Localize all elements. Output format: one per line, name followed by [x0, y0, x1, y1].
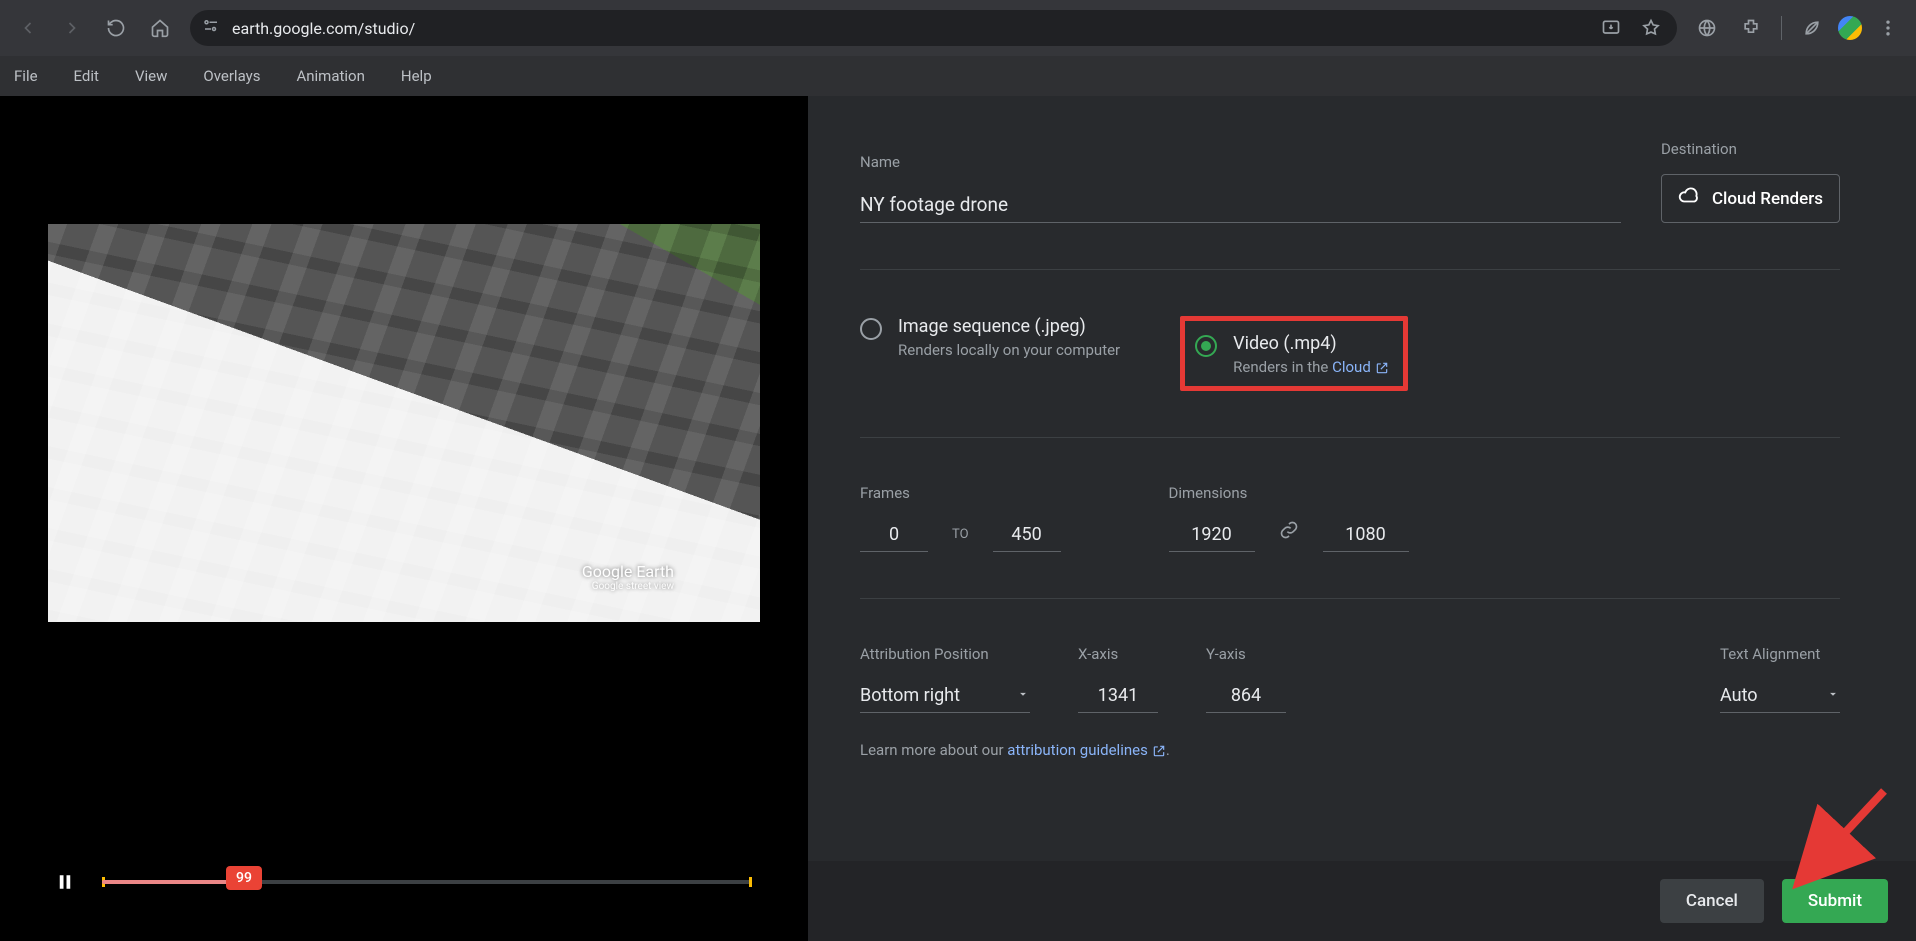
radio-checked-icon: [1195, 335, 1217, 357]
install-app-icon[interactable]: [1597, 14, 1625, 42]
attribution-guidelines-link[interactable]: attribution guidelines: [1007, 741, 1166, 759]
site-settings-icon[interactable]: [202, 17, 220, 39]
annotation-highlight: Video (.mp4) Renders in the Cloud: [1180, 316, 1408, 391]
yaxis-input[interactable]: [1206, 679, 1286, 713]
reload-button[interactable]: [96, 8, 136, 48]
cloud-link[interactable]: Cloud: [1332, 358, 1389, 376]
playhead-badge[interactable]: 99: [226, 866, 262, 890]
globe-icon[interactable]: [1687, 8, 1727, 48]
attribution-help-text: Learn more about our attribution guideli…: [860, 741, 1840, 759]
timeline-scrubber[interactable]: 99: [102, 880, 752, 884]
url-text: earth.google.com/studio/: [232, 19, 415, 38]
destination-label: Destination: [1661, 140, 1840, 158]
attribution-watermark: Google Earth Google street view: [582, 562, 674, 592]
nav-back-button[interactable]: [8, 8, 48, 48]
destination-button[interactable]: Cloud Renders: [1661, 174, 1840, 223]
menu-edit[interactable]: Edit: [74, 67, 99, 85]
width-input[interactable]: [1169, 518, 1255, 552]
export-footer: Cancel Submit: [808, 861, 1916, 941]
preview-panel: Google Earth Google street view 99: [0, 96, 808, 941]
nav-forward-button[interactable]: [52, 8, 92, 48]
export-panel: Name Destination Cloud Renders: [808, 96, 1916, 941]
timeline-progress: [102, 880, 232, 884]
xaxis-label: X-axis: [1078, 645, 1158, 663]
external-link-icon: [1152, 744, 1166, 758]
cloud-icon: [1678, 185, 1700, 212]
bookmark-star-icon[interactable]: [1637, 14, 1665, 42]
frame-to-input[interactable]: [993, 518, 1061, 552]
name-label: Name: [860, 153, 1621, 171]
frame-to-label: TO: [952, 527, 969, 552]
attribution-position-value: Bottom right: [860, 685, 960, 706]
radio-unchecked-icon: [860, 318, 882, 340]
menu-view[interactable]: View: [135, 67, 167, 85]
dimensions-label: Dimensions: [1169, 484, 1409, 502]
divider: [1781, 16, 1782, 40]
format-video[interactable]: Video (.mp4) Renders in the Cloud: [1195, 333, 1389, 376]
leaf-icon[interactable]: [1792, 8, 1832, 48]
menu-help[interactable]: Help: [401, 67, 432, 85]
attribution-position-label: Attribution Position: [860, 645, 1030, 663]
frames-label: Frames: [860, 484, 1061, 502]
extensions-icon[interactable]: [1731, 8, 1771, 48]
format-image-title: Image sequence (.jpeg): [898, 316, 1120, 337]
link-dimensions-icon[interactable]: [1279, 520, 1299, 552]
frame-from-input[interactable]: [860, 518, 928, 552]
name-input[interactable]: [860, 187, 1621, 223]
app-menu-bar: File Edit View Overlays Animation Help: [0, 56, 1916, 96]
home-button[interactable]: [140, 8, 180, 48]
text-alignment-select[interactable]: Auto: [1720, 679, 1840, 713]
format-image-sequence[interactable]: Image sequence (.jpeg) Renders locally o…: [860, 316, 1120, 391]
browser-toolbar: earth.google.com/studio/: [0, 0, 1916, 56]
text-alignment-value: Auto: [1720, 685, 1758, 706]
menu-file[interactable]: File: [14, 67, 38, 85]
cancel-button[interactable]: Cancel: [1660, 879, 1764, 923]
text-alignment-label: Text Alignment: [1720, 645, 1840, 663]
yaxis-label: Y-axis: [1206, 645, 1286, 663]
menu-animation[interactable]: Animation: [296, 67, 364, 85]
menu-overlays[interactable]: Overlays: [203, 67, 260, 85]
profile-avatar[interactable]: [1836, 14, 1864, 42]
pause-button[interactable]: [56, 871, 74, 893]
attribution-position-select[interactable]: Bottom right: [860, 679, 1030, 713]
chevron-down-icon: [1016, 685, 1030, 706]
format-video-sub: Renders in the Cloud: [1233, 358, 1389, 376]
height-input[interactable]: [1323, 518, 1409, 552]
destination-button-label: Cloud Renders: [1712, 189, 1823, 209]
format-image-sub: Renders locally on your computer: [898, 341, 1120, 359]
external-link-icon: [1375, 361, 1389, 375]
preview-viewport[interactable]: Google Earth Google street view: [48, 224, 760, 622]
timeline-end-marker: [749, 877, 752, 887]
address-bar[interactable]: earth.google.com/studio/: [190, 10, 1677, 46]
format-video-title: Video (.mp4): [1233, 333, 1389, 354]
attribution-title: Google Earth: [582, 562, 674, 581]
chevron-down-icon: [1826, 685, 1840, 706]
submit-button[interactable]: Submit: [1782, 879, 1888, 923]
xaxis-input[interactable]: [1078, 679, 1158, 713]
kebab-menu-icon[interactable]: [1868, 8, 1908, 48]
attribution-subtitle: Google street view: [582, 581, 674, 592]
